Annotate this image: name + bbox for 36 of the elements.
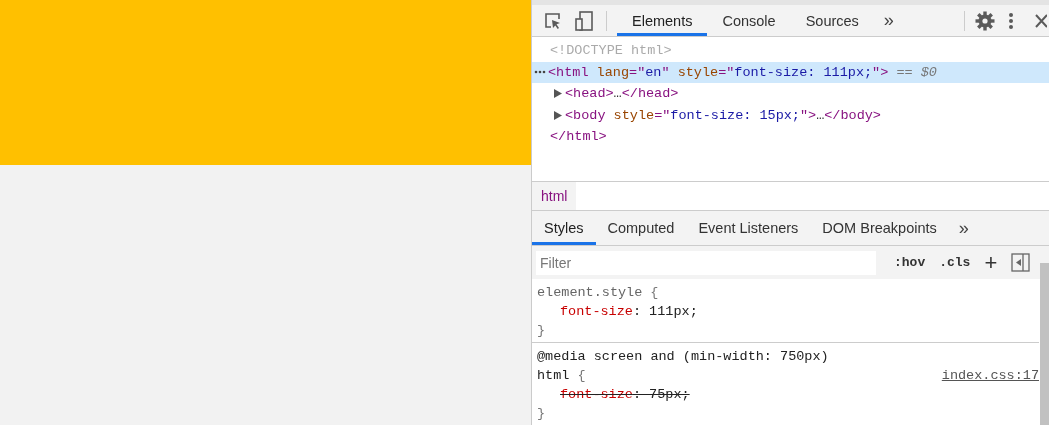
expand-arrow-icon[interactable] — [554, 110, 562, 120]
device-icon[interactable] — [575, 10, 593, 31]
rule-selector: html — [537, 368, 570, 383]
ellipsis-icon[interactable] — [534, 70, 546, 75]
close-icon[interactable] — [1035, 13, 1047, 28]
rule-selector: element.style — [537, 285, 643, 300]
new-rule-button[interactable]: + — [978, 251, 1004, 274]
dom-node-line[interactable]: <head>…</head> — [565, 86, 679, 102]
style-declaration[interactable]: font-size: 111px; — [560, 304, 698, 319]
panel-tab[interactable]: Console — [707, 5, 791, 36]
breadcrumb-item[interactable]: html — [532, 182, 577, 210]
inspect-icon[interactable] — [544, 11, 562, 30]
source-link[interactable]: index.css:17 — [941, 368, 1039, 383]
open-brace: { — [650, 285, 659, 300]
close-brace: } — [537, 406, 546, 421]
sidebar-tab[interactable]: DOM Breakpoints — [810, 211, 949, 245]
panel-tab[interactable]: Sources — [790, 5, 874, 36]
kebab-menu-icon[interactable] — [1008, 11, 1014, 30]
settings-icon[interactable] — [975, 10, 995, 31]
dom-node-line[interactable]: <body style="font-size: 15px;">…</body> — [565, 107, 881, 123]
more-tabs-button[interactable]: » — [948, 211, 979, 245]
filter-field[interactable]: Filter — [536, 250, 876, 275]
cls-button[interactable]: .cls — [933, 255, 977, 270]
scrollbar-thumb[interactable] — [1040, 263, 1049, 425]
close-brace: } — [537, 323, 546, 338]
sidebar-tab[interactable]: Computed — [595, 211, 687, 245]
hov-button[interactable]: :hov — [888, 255, 932, 270]
sidebar-toggle-icon[interactable] — [1011, 253, 1031, 272]
expand-arrow-icon[interactable] — [554, 89, 562, 99]
open-brace: { — [577, 368, 586, 383]
panel-tab[interactable]: Elements — [617, 5, 708, 36]
style-declaration[interactable]: font-size: 75px; — [560, 387, 690, 402]
sidebar-tab[interactable]: Event Listeners — [686, 211, 811, 245]
more-tabs-button[interactable]: » — [873, 10, 904, 31]
dom-node-line[interactable]: </html> — [550, 129, 607, 145]
media-query: @media screen and (min-width: 750px) — [537, 348, 830, 366]
